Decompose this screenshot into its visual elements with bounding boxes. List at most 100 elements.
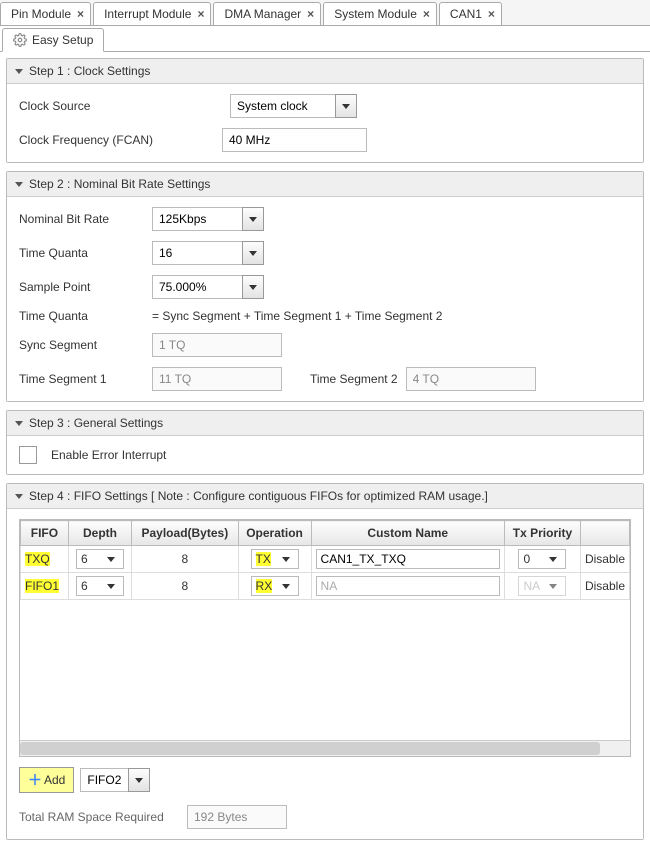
operation-select[interactable]: TX: [251, 549, 299, 569]
sp-select[interactable]: [152, 275, 264, 299]
custom-name-input[interactable]: [316, 549, 500, 569]
tab-label: CAN1: [450, 7, 482, 21]
payload-cell: 8: [132, 573, 238, 600]
dropdown-icon[interactable]: [128, 768, 150, 792]
dropdown-icon[interactable]: [335, 94, 357, 118]
sp-value[interactable]: [152, 275, 242, 299]
ram-label: Total RAM Space Required: [19, 810, 179, 824]
ts2-value: [406, 367, 536, 391]
add-label: Add: [44, 773, 65, 787]
chevron-down-icon: [15, 421, 23, 426]
subtab-easy-setup[interactable]: Easy Setup: [2, 28, 104, 52]
dropdown-icon[interactable]: [103, 557, 119, 562]
enable-error-interrupt-label: Enable Error Interrupt: [51, 448, 166, 462]
clock-freq-input[interactable]: [222, 128, 367, 152]
close-icon[interactable]: ×: [77, 7, 84, 21]
tab-label: Interrupt Module: [104, 7, 191, 21]
close-icon[interactable]: ×: [197, 7, 204, 21]
col-payload: Payload(Bytes): [132, 521, 238, 546]
ts2-label: Time Segment 2: [310, 372, 398, 386]
col-custom-name: Custom Name: [311, 521, 504, 546]
fifo-name: FIFO1: [25, 579, 59, 593]
step1-title: Step 1 : Clock Settings: [29, 64, 150, 78]
dropdown-icon[interactable]: [242, 275, 264, 299]
tab-label: DMA Manager: [224, 7, 301, 21]
txpriority-select[interactable]: 0: [518, 549, 566, 569]
step2-header[interactable]: Step 2 : Nominal Bit Rate Settings: [7, 172, 643, 197]
tab-dma-manager[interactable]: DMA Manager ×: [213, 2, 321, 25]
sync-label: Sync Segment: [19, 338, 144, 352]
dropdown-icon[interactable]: [242, 241, 264, 265]
depth-select[interactable]: 6: [76, 549, 124, 569]
dropdown-icon[interactable]: [278, 557, 294, 562]
table-row: FIFO1 6 8 RX NA Disable: [21, 573, 630, 600]
tab-interrupt-module[interactable]: Interrupt Module ×: [93, 2, 211, 25]
step1-section: Step 1 : Clock Settings Clock Source Clo…: [6, 58, 644, 163]
close-icon[interactable]: ×: [488, 7, 495, 21]
operation-select[interactable]: RX: [251, 576, 299, 596]
nbr-value[interactable]: [152, 207, 242, 231]
step3-section: Step 3 : General Settings Enable Error I…: [6, 410, 644, 475]
step4-header[interactable]: Step 4 : FIFO Settings [ Note : Configur…: [7, 484, 643, 509]
table-row: TXQ 6 8 TX 0 Disable: [21, 546, 630, 573]
plus-icon: ＋: [28, 770, 42, 790]
close-icon[interactable]: ×: [423, 7, 430, 21]
tq-formula-label: Time Quanta: [19, 309, 144, 323]
dropdown-icon[interactable]: [545, 557, 561, 562]
dropdown-icon: [545, 584, 561, 589]
ram-value: [187, 805, 287, 829]
fifo-name: TXQ: [25, 552, 50, 566]
sp-label: Sample Point: [19, 280, 144, 294]
nbr-select[interactable]: [152, 207, 264, 231]
step4-section: Step 4 : FIFO Settings [ Note : Configur…: [6, 483, 644, 840]
col-fifo: FIFO: [21, 521, 69, 546]
add-fifo-select[interactable]: [80, 768, 150, 792]
chevron-down-icon: [15, 182, 23, 187]
extra-cell[interactable]: Disable: [580, 573, 629, 600]
payload-cell: 8: [132, 546, 238, 573]
step3-title: Step 3 : General Settings: [29, 416, 163, 430]
horizontal-scrollbar[interactable]: [20, 740, 630, 756]
step3-header[interactable]: Step 3 : General Settings: [7, 411, 643, 436]
gear-icon: [13, 33, 27, 47]
extra-cell[interactable]: Disable: [580, 546, 629, 573]
tq-formula: = Sync Segment + Time Segment 1 + Time S…: [152, 309, 442, 323]
tq-value[interactable]: [152, 241, 242, 265]
chevron-down-icon: [15, 494, 23, 499]
col-operation: Operation: [238, 521, 311, 546]
tab-can1[interactable]: CAN1 ×: [439, 2, 502, 25]
add-button[interactable]: ＋ Add: [19, 767, 74, 793]
step2-section: Step 2 : Nominal Bit Rate Settings Nomin…: [6, 171, 644, 402]
subtab-label: Easy Setup: [32, 33, 93, 47]
step4-title: Step 4 : FIFO Settings [ Note : Configur…: [29, 489, 488, 503]
col-depth: Depth: [68, 521, 131, 546]
custom-name-input: [316, 576, 500, 596]
clock-freq-label: Clock Frequency (FCAN): [19, 133, 214, 147]
dropdown-icon[interactable]: [278, 584, 294, 589]
close-icon[interactable]: ×: [307, 7, 314, 21]
clock-source-select[interactable]: [230, 94, 357, 118]
tab-system-module[interactable]: System Module ×: [323, 2, 437, 25]
tab-label: System Module: [334, 7, 417, 21]
ts1-label: Time Segment 1: [19, 372, 144, 386]
tq-select[interactable]: [152, 241, 264, 265]
module-tab-bar: Pin Module × Interrupt Module × DMA Manage…: [0, 0, 650, 26]
tab-label: Pin Module: [11, 7, 71, 21]
depth-select[interactable]: 6: [76, 576, 124, 596]
nbr-label: Nominal Bit Rate: [19, 212, 144, 226]
clock-source-value[interactable]: [230, 94, 335, 118]
enable-error-interrupt-checkbox[interactable]: [19, 446, 37, 464]
col-tx-priority: Tx Priority: [504, 521, 580, 546]
tab-pin-module[interactable]: Pin Module ×: [0, 2, 91, 25]
add-fifo-value[interactable]: [80, 768, 128, 792]
tq-label: Time Quanta: [19, 246, 144, 260]
fifo-table: FIFO Depth Payload(Bytes) Operation Cust…: [19, 519, 631, 757]
txpriority-select: NA: [518, 576, 566, 596]
ts1-value: [152, 367, 282, 391]
dropdown-icon[interactable]: [242, 207, 264, 231]
dropdown-icon[interactable]: [103, 584, 119, 589]
step1-header[interactable]: Step 1 : Clock Settings: [7, 59, 643, 84]
chevron-down-icon: [15, 69, 23, 74]
step2-title: Step 2 : Nominal Bit Rate Settings: [29, 177, 210, 191]
sync-value: [152, 333, 282, 357]
